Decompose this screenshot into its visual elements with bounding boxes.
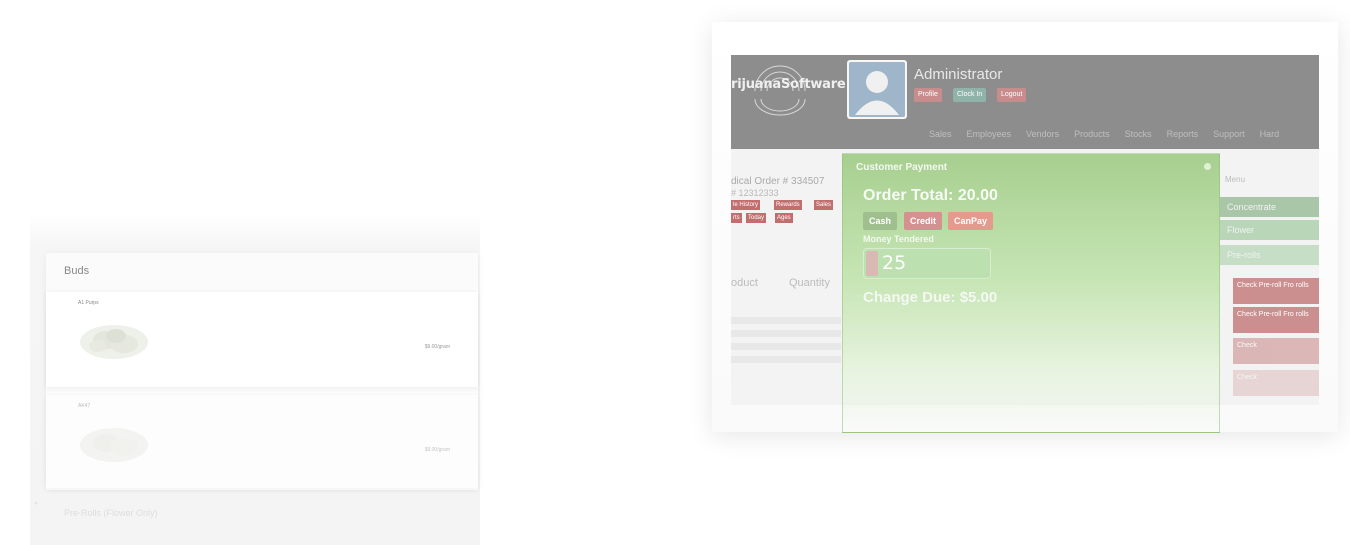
order-total: Order Total: 20.00 — [863, 187, 998, 205]
nav-support[interactable]: Support — [1213, 129, 1245, 139]
app-logo[interactable]: rijuanaSoftware — [731, 77, 846, 92]
app-header: rijuanaSoftware Administrator Profile Cl… — [731, 55, 1319, 149]
order-title: dical Order # 334507 — [731, 176, 825, 187]
table-row — [731, 330, 841, 337]
product-card-ak47[interactable]: AK47 $9.00/gram — [46, 395, 478, 490]
money-tendered-input[interactable]: 25 — [863, 248, 991, 279]
clock-in-button[interactable]: Clock In — [953, 88, 987, 102]
tag-rewards[interactable]: Rewards — [774, 200, 802, 210]
menu-item-pre-rolls[interactable]: Pre-rolls — [1219, 245, 1319, 265]
nav-products[interactable]: Products — [1074, 129, 1110, 139]
tag-today[interactable]: Today — [746, 213, 767, 223]
menu-product-button[interactable]: Check — [1233, 338, 1319, 364]
nav-hardware[interactable]: Hard — [1260, 129, 1280, 139]
product-name: A1 Purps — [78, 300, 99, 306]
money-tendered-label: Money Tendered — [863, 234, 934, 244]
menu-title: Menu — [1225, 175, 1246, 184]
close-icon[interactable] — [1204, 163, 1211, 170]
tag-ages[interactable]: Ages — [775, 213, 793, 223]
user-avatar-icon — [849, 62, 905, 117]
tag-sales[interactable]: Sales — [814, 200, 834, 210]
menu-product-button[interactable]: Check Pre-roll Fro rolls — [1233, 278, 1319, 304]
nav-stocks[interactable]: Stocks — [1125, 129, 1152, 139]
product-card-a1-purps[interactable]: A1 Purps $9.00/gram — [46, 292, 478, 387]
nav-sales[interactable]: Sales — [929, 129, 952, 139]
nav-reports[interactable]: Reports — [1167, 129, 1199, 139]
column-header-quantity: Quantity — [789, 277, 830, 289]
table-row — [731, 356, 841, 363]
change-due: Change Due: $5.00 — [863, 289, 997, 306]
table-row — [731, 343, 841, 350]
buds-section-title: Buds — [64, 265, 90, 277]
bud-image — [80, 428, 148, 462]
user-name: Administrator — [914, 66, 1003, 83]
product-name: AK47 — [78, 403, 91, 409]
menu-item-flower[interactable]: Flower — [1219, 220, 1319, 240]
main-nav: Sales Employees Vendors Products Stocks … — [929, 129, 1279, 139]
logout-button[interactable]: Logout — [997, 88, 1027, 102]
order-total-label: Order Total: — [863, 187, 954, 204]
category-menu: Menu Concentrate Flower Pre-rolls Check … — [1219, 165, 1319, 405]
menu-item-concentrate[interactable]: Concentrate — [1219, 197, 1319, 217]
next-section-title: Pre-Rolls (Flower Only) — [64, 508, 158, 518]
table-row — [731, 317, 841, 324]
canpay-button[interactable]: CanPay — [948, 212, 994, 230]
order-rows — [731, 317, 841, 369]
tag-sale-history[interactable]: le History — [731, 200, 761, 210]
order-total-value: 20.00 — [957, 187, 998, 204]
menu-product-button[interactable]: Check Pre-roll Fro rolls — [1233, 307, 1319, 333]
menu-product-button[interactable]: Check — [1233, 370, 1319, 396]
product-price: $9.00/gram — [424, 447, 450, 453]
nav-vendors[interactable]: Vendors — [1026, 129, 1059, 139]
customer-payment-modal: Customer Payment Order Total: 20.00 Cash… — [842, 153, 1220, 433]
profile-button[interactable]: Profile — [914, 88, 942, 102]
bud-image — [80, 325, 148, 359]
order-subtitle: # 12312333 — [731, 188, 779, 198]
column-header-product: oduct — [731, 277, 758, 289]
change-due-value: $5.00 — [959, 289, 998, 306]
product-price: $9.00/gram — [424, 344, 450, 350]
modal-title: Customer Payment — [856, 162, 948, 173]
credit-button[interactable]: Credit — [904, 212, 943, 230]
avatar[interactable] — [847, 60, 907, 119]
change-due-label: Change Due: — [863, 289, 956, 306]
nav-employees[interactable]: Employees — [967, 129, 1012, 139]
section-bullet-icon: ● — [34, 500, 39, 507]
tag-reports[interactable]: rts — [731, 213, 742, 223]
cash-button[interactable]: Cash — [863, 212, 898, 230]
